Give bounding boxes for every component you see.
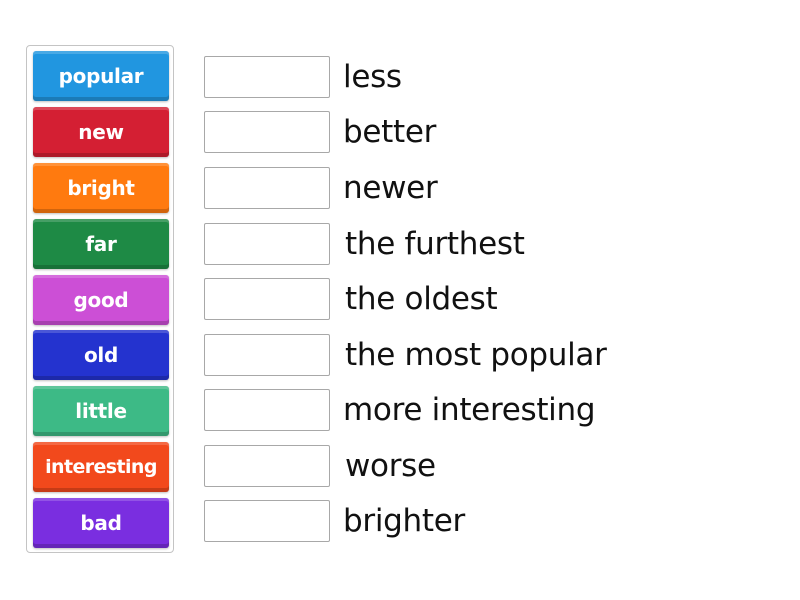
drop-slot[interactable] <box>204 500 330 542</box>
clue-text: better <box>343 114 437 150</box>
tile-good[interactable]: good <box>33 275 169 325</box>
tile-far[interactable]: far <box>33 219 169 269</box>
match-row: more interesting <box>204 388 596 432</box>
match-row: less <box>204 55 402 99</box>
match-row: worse <box>204 444 436 488</box>
tile-interesting[interactable]: interesting <box>33 442 169 492</box>
match-row: better <box>204 110 436 154</box>
tile-little[interactable]: little <box>33 386 169 436</box>
drop-slot[interactable] <box>204 223 330 265</box>
drop-slot[interactable] <box>204 445 330 487</box>
drop-slot[interactable] <box>204 278 330 320</box>
clue-text: the most popular <box>345 337 607 373</box>
drop-slot[interactable] <box>204 111 330 153</box>
tile-old[interactable]: old <box>33 330 169 380</box>
tile-popular[interactable]: popular <box>33 51 169 101</box>
clue-text: more interesting <box>343 392 596 428</box>
drop-slot[interactable] <box>204 389 330 431</box>
match-row: the most popular <box>204 333 607 377</box>
drop-slot[interactable] <box>204 334 330 376</box>
drop-slot[interactable] <box>204 167 330 209</box>
tile-bright[interactable]: bright <box>33 163 169 213</box>
clue-text: less <box>343 59 402 95</box>
clue-text: brighter <box>343 503 465 539</box>
word-tiles-tray: popular new bright far good old little i… <box>26 45 174 553</box>
tile-bad[interactable]: bad <box>33 498 169 548</box>
match-row: brighter <box>204 499 465 543</box>
drop-slot[interactable] <box>204 56 330 98</box>
tile-new[interactable]: new <box>33 107 169 157</box>
clue-text: newer <box>343 170 438 206</box>
match-row: newer <box>204 166 438 210</box>
clue-text: the oldest <box>345 281 498 317</box>
clue-text: the furthest <box>345 226 525 262</box>
match-row: the furthest <box>204 222 525 266</box>
match-row: the oldest <box>204 277 498 321</box>
clue-text: worse <box>345 448 436 484</box>
